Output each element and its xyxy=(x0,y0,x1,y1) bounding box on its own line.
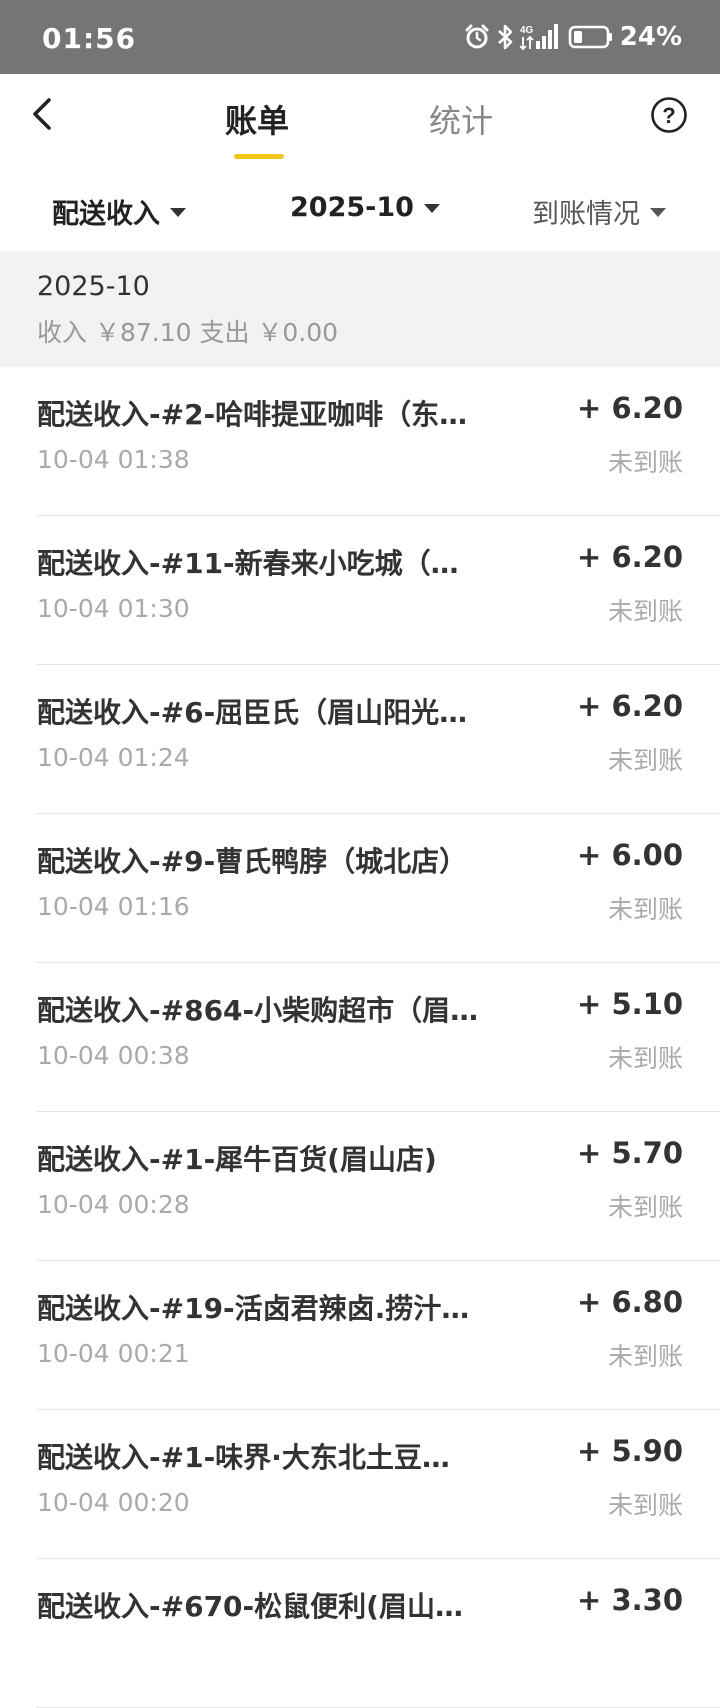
record-row[interactable]: 配送收入-#864-小柴购超市（眉… 10-04 00:38 + 5.10 未到… xyxy=(0,963,720,1112)
record-title: 配送收入-#864-小柴购超市（眉… xyxy=(37,994,479,1027)
record-amount: + 6.20 xyxy=(577,391,683,425)
record-title: 配送收入-#1-味界·大东北土豆… xyxy=(37,1441,450,1474)
filter-status-dropdown[interactable]: 到账情况 xyxy=(532,192,666,231)
record-row[interactable]: 配送收入-#19-活卤君辣卤.捞汁… 10-04 00:21 + 6.80 未到… xyxy=(0,1261,720,1410)
record-status: 未到账 xyxy=(607,1342,683,1371)
record-amount: + 6.80 xyxy=(577,1285,683,1319)
record-time: 10-04 00:20 xyxy=(37,1488,190,1517)
header: 账单 统计 ? xyxy=(0,74,720,174)
battery-icon xyxy=(568,24,614,50)
caret-down-icon xyxy=(170,208,186,217)
record-amount: + 5.70 xyxy=(577,1136,683,1170)
record-title: 配送收入-#11-新春来小吃城（… xyxy=(37,547,459,580)
record-time: 10-04 00:38 xyxy=(37,1041,190,1070)
signal-icon: 4G xyxy=(519,23,562,51)
record-row[interactable]: 配送收入-#1-犀牛百货(眉山店) 10-04 00:28 + 5.70 未到账 xyxy=(0,1112,720,1261)
record-time: 10-04 00:28 xyxy=(37,1190,190,1219)
record-title: 配送收入-#670-松鼠便利(眉山… xyxy=(37,1590,463,1623)
record-row[interactable]: 配送收入-#9-曹氏鸭脖（城北店） 10-04 01:16 + 6.00 未到账 xyxy=(0,814,720,963)
record-title: 配送收入-#1-犀牛百货(眉山店) xyxy=(37,1143,437,1176)
tab-statistics[interactable]: 统计 xyxy=(426,96,496,142)
record-amount: + 6.20 xyxy=(577,689,683,723)
filter-bar: 配送收入 2025-10 到账情况 xyxy=(0,174,720,250)
record-time: 10-04 00:21 xyxy=(37,1339,190,1368)
record-status: 未到账 xyxy=(607,1044,683,1073)
status-icons: 4G 24% xyxy=(464,22,682,52)
summary-month: 2025-10 xyxy=(37,271,150,302)
filter-type-dropdown[interactable]: 配送收入 xyxy=(52,192,186,231)
filter-month-dropdown[interactable]: 2025-10 xyxy=(290,192,440,223)
status-bar: 01:56 4G 24% xyxy=(0,0,720,74)
record-row[interactable]: 配送收入-#6-屈臣氏（眉山阳光… 10-04 01:24 + 6.20 未到账 xyxy=(0,665,720,814)
filter-status-label: 到账情况 xyxy=(532,199,640,230)
record-status: 未到账 xyxy=(607,746,683,775)
record-row[interactable]: 配送收入-#2-哈啡提亚咖啡（东… 10-04 01:38 + 6.20 未到账 xyxy=(0,367,720,516)
record-amount: + 3.30 xyxy=(577,1583,683,1617)
active-tab-indicator xyxy=(234,154,284,159)
record-title: 配送收入-#9-曹氏鸭脖（城北店） xyxy=(37,845,468,878)
record-list: 配送收入-#2-哈啡提亚咖啡（东… 10-04 01:38 + 6.20 未到账… xyxy=(0,367,720,1708)
record-time: 10-04 01:38 xyxy=(37,445,190,474)
record-amount: + 6.20 xyxy=(577,540,683,574)
filter-month-label: 2025-10 xyxy=(290,192,414,223)
help-button[interactable]: ? xyxy=(650,96,688,134)
filter-type-label: 配送收入 xyxy=(52,199,160,230)
record-status: 未到账 xyxy=(607,597,683,626)
back-arrow-icon xyxy=(33,98,51,130)
help-icon: ? xyxy=(651,97,687,133)
battery-percent: 24% xyxy=(619,22,682,52)
bluetooth-icon xyxy=(496,23,514,51)
record-row[interactable]: 配送收入-#11-新春来小吃城（… 10-04 01:30 + 6.20 未到账 xyxy=(0,516,720,665)
status-time: 01:56 xyxy=(42,22,137,55)
record-title: 配送收入-#2-哈啡提亚咖啡（东… xyxy=(37,398,468,431)
record-status: 未到账 xyxy=(607,448,683,477)
caret-down-icon xyxy=(650,208,666,217)
back-button[interactable] xyxy=(22,94,62,134)
record-status: 未到账 xyxy=(607,895,683,924)
record-status: 未到账 xyxy=(607,1193,683,1222)
record-status: 未到账 xyxy=(607,1491,683,1520)
summary-totals: 收入 ￥87.10 支出 ￥0.00 xyxy=(37,318,339,347)
record-amount: + 6.00 xyxy=(577,838,683,872)
alarm-icon xyxy=(464,24,490,50)
tab-bill[interactable]: 账单 xyxy=(222,96,292,142)
record-amount: + 5.10 xyxy=(577,987,683,1021)
record-row[interactable]: 配送收入-#670-松鼠便利(眉山… + 3.30 xyxy=(0,1559,720,1708)
caret-down-icon xyxy=(423,204,440,213)
network-label: 4G xyxy=(520,25,534,36)
record-title: 配送收入-#19-活卤君辣卤.捞汁… xyxy=(37,1292,470,1325)
svg-text:?: ? xyxy=(662,103,675,128)
record-amount: + 5.90 xyxy=(577,1434,683,1468)
record-time: 10-04 01:16 xyxy=(37,892,190,921)
record-row[interactable]: 配送收入-#1-味界·大东北土豆… 10-04 00:20 + 5.90 未到账 xyxy=(0,1410,720,1559)
record-time: 10-04 01:24 xyxy=(37,743,190,772)
record-time: 10-04 01:30 xyxy=(37,594,190,623)
month-summary: 2025-10 收入 ￥87.10 支出 ￥0.00 xyxy=(0,251,720,367)
record-title: 配送收入-#6-屈臣氏（眉山阳光… xyxy=(37,696,468,729)
